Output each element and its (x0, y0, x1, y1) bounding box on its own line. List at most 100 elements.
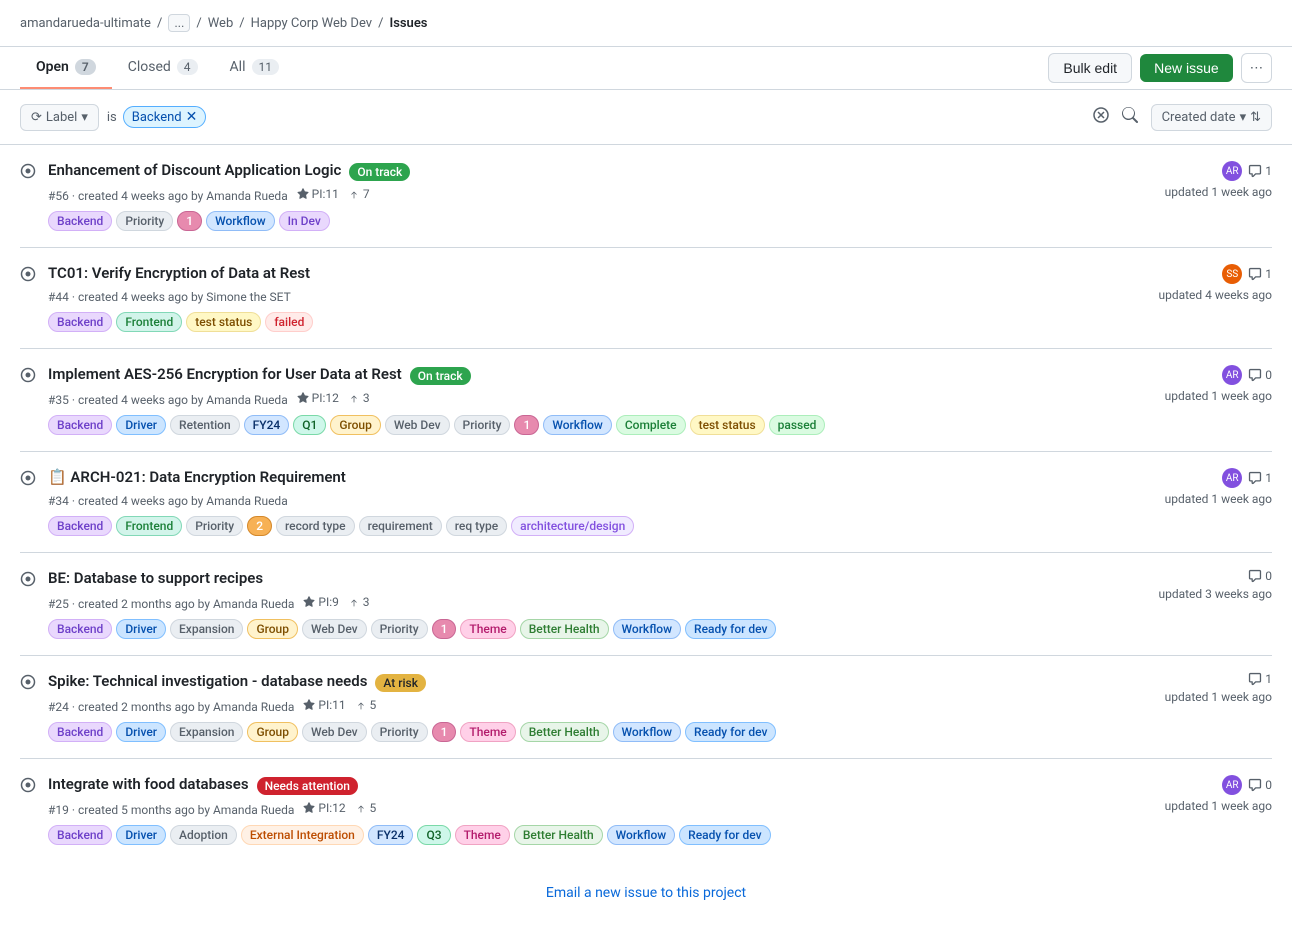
filter-trigger[interactable]: ⟳ Label ▾ (20, 104, 99, 131)
issue-title[interactable]: Integrate with food databases (48, 775, 249, 793)
comment-count: 1 (1248, 672, 1272, 686)
issue-meta: #44 · created 4 weeks ago by Simone the … (48, 290, 1080, 304)
list-item[interactable]: Backend (48, 619, 112, 639)
issue-title[interactable]: Enhancement of Discount Application Logi… (48, 161, 341, 179)
list-item[interactable]: Workflow (613, 619, 682, 639)
list-item[interactable]: FY24 (368, 825, 414, 845)
bulk-edit-button[interactable]: Bulk edit (1048, 53, 1132, 83)
list-item[interactable]: test status (186, 312, 261, 332)
issue-title[interactable]: Spike: Technical investigation - databas… (48, 672, 367, 690)
list-item[interactable]: Backend (48, 722, 112, 742)
list-item[interactable]: Expansion (170, 722, 243, 742)
list-item[interactable]: Group (330, 415, 381, 435)
list-item[interactable]: 1 (514, 415, 539, 435)
list-item[interactable]: Ready for dev (685, 619, 776, 639)
breadcrumb-group[interactable]: Web (208, 16, 234, 31)
list-item[interactable]: Theme (455, 825, 510, 845)
list-item[interactable]: Better Health (520, 619, 609, 639)
list-item[interactable]: passed (769, 415, 826, 435)
filter-tag-backend[interactable]: Backend ✕ (123, 106, 207, 128)
list-item[interactable]: Expansion (170, 619, 243, 639)
issue-main: Spike: Technical investigation - databas… (48, 672, 1080, 742)
list-item[interactable]: Adoption (170, 825, 237, 845)
list-item[interactable]: Workflow (607, 825, 676, 845)
list-item[interactable]: req type (446, 516, 507, 536)
issue-icon (20, 674, 36, 694)
list-item[interactable]: Driver (116, 415, 166, 435)
list-item[interactable]: Web Dev (302, 619, 367, 639)
list-item[interactable]: Complete (616, 415, 686, 435)
list-item[interactable]: Backend (48, 312, 112, 332)
breadcrumb-dots[interactable]: ... (168, 14, 190, 32)
tabs-row: Open 7 Closed 4 All 11 Bulk edit New iss… (0, 47, 1292, 90)
issue-title[interactable]: TC01: Verify Encryption of Data at Rest (48, 264, 310, 282)
list-item[interactable]: Priority (371, 722, 428, 742)
list-item[interactable]: Workflow (613, 722, 682, 742)
search-button[interactable] (1117, 102, 1143, 132)
list-item[interactable]: Web Dev (385, 415, 450, 435)
tab-actions: Bulk edit New issue ⋯ (1048, 53, 1272, 83)
list-item[interactable]: Priority (454, 415, 511, 435)
list-item[interactable]: Group (247, 722, 298, 742)
list-item[interactable]: Backend (48, 415, 112, 435)
tab-open[interactable]: Open 7 (20, 47, 112, 89)
list-item[interactable]: Retention (170, 415, 240, 435)
email-link[interactable]: Email a new issue to this project (546, 885, 746, 901)
tab-all[interactable]: All 11 (214, 47, 295, 89)
filter-clear-button[interactable] (1093, 107, 1109, 127)
tab-closed-count: 4 (177, 59, 198, 75)
more-actions-button[interactable]: ⋯ (1241, 53, 1272, 83)
list-item[interactable]: Backend (48, 825, 112, 845)
issue-meta: #56 · created 4 weeks ago by Amanda Rued… (48, 187, 1080, 203)
list-item[interactable]: Q3 (417, 825, 450, 845)
tab-closed[interactable]: Closed 4 (112, 47, 214, 89)
list-item[interactable]: Theme (460, 722, 515, 742)
sort-button[interactable]: Created date ▾ ⇅ (1151, 104, 1272, 131)
list-item[interactable]: record type (276, 516, 355, 536)
list-item[interactable]: FY24 (244, 415, 290, 435)
list-item[interactable]: Driver (116, 825, 166, 845)
list-item[interactable]: Priority (186, 516, 243, 536)
list-item[interactable]: Driver (116, 722, 166, 742)
breadcrumb-project[interactable]: Happy Corp Web Dev (251, 16, 372, 31)
list-item[interactable]: Priority (371, 619, 428, 639)
list-item[interactable]: Theme (460, 619, 515, 639)
list-item[interactable]: Ready for dev (685, 722, 776, 742)
list-item[interactable]: Backend (48, 211, 112, 231)
issue-title[interactable]: Implement AES-256 Encryption for User Da… (48, 365, 402, 383)
new-issue-button[interactable]: New issue (1140, 54, 1233, 82)
list-item[interactable]: Driver (116, 619, 166, 639)
filter-tag-remove[interactable]: ✕ (186, 109, 198, 125)
list-item[interactable]: Workflow (543, 415, 612, 435)
list-item[interactable]: External Integration (241, 825, 364, 845)
list-item[interactable]: test status (690, 415, 765, 435)
list-item[interactable]: Priority (116, 211, 173, 231)
list-item[interactable]: Frontend (116, 312, 182, 332)
breadcrumb-user[interactable]: amandarueda-ultimate (20, 16, 151, 31)
issue-right: AR1updated 1 week ago (1092, 161, 1272, 199)
list-item[interactable]: In Dev (279, 211, 330, 231)
list-item[interactable]: Web Dev (302, 722, 367, 742)
list-item[interactable]: Better Health (520, 722, 609, 742)
issue-icon (20, 777, 36, 797)
issue-title[interactable]: BE: Database to support recipes (48, 569, 263, 587)
list-item[interactable]: 1 (177, 211, 202, 231)
issue-main: Enhancement of Discount Application Logi… (48, 161, 1080, 231)
list-item[interactable]: Better Health (514, 825, 603, 845)
list-item[interactable]: Backend (48, 516, 112, 536)
issue-pi: PI:9 (303, 595, 338, 609)
breadcrumb-sep-1: / (157, 16, 162, 31)
list-item[interactable]: Workflow (206, 211, 275, 231)
list-item[interactable]: Ready for dev (679, 825, 770, 845)
list-item[interactable]: failed (265, 312, 313, 332)
issue-title[interactable]: 📋 ARCH-021: Data Encryption Requirement (48, 468, 346, 486)
list-item[interactable]: Q1 (293, 415, 326, 435)
list-item[interactable]: Frontend (116, 516, 182, 536)
list-item[interactable]: requirement (359, 516, 442, 536)
list-item[interactable]: architecture/design (511, 516, 634, 536)
list-item[interactable]: 2 (247, 516, 272, 536)
list-item[interactable]: 1 (432, 619, 457, 639)
list-item[interactable]: 1 (432, 722, 457, 742)
list-item[interactable]: Group (247, 619, 298, 639)
comment-count: 1 (1248, 471, 1272, 485)
